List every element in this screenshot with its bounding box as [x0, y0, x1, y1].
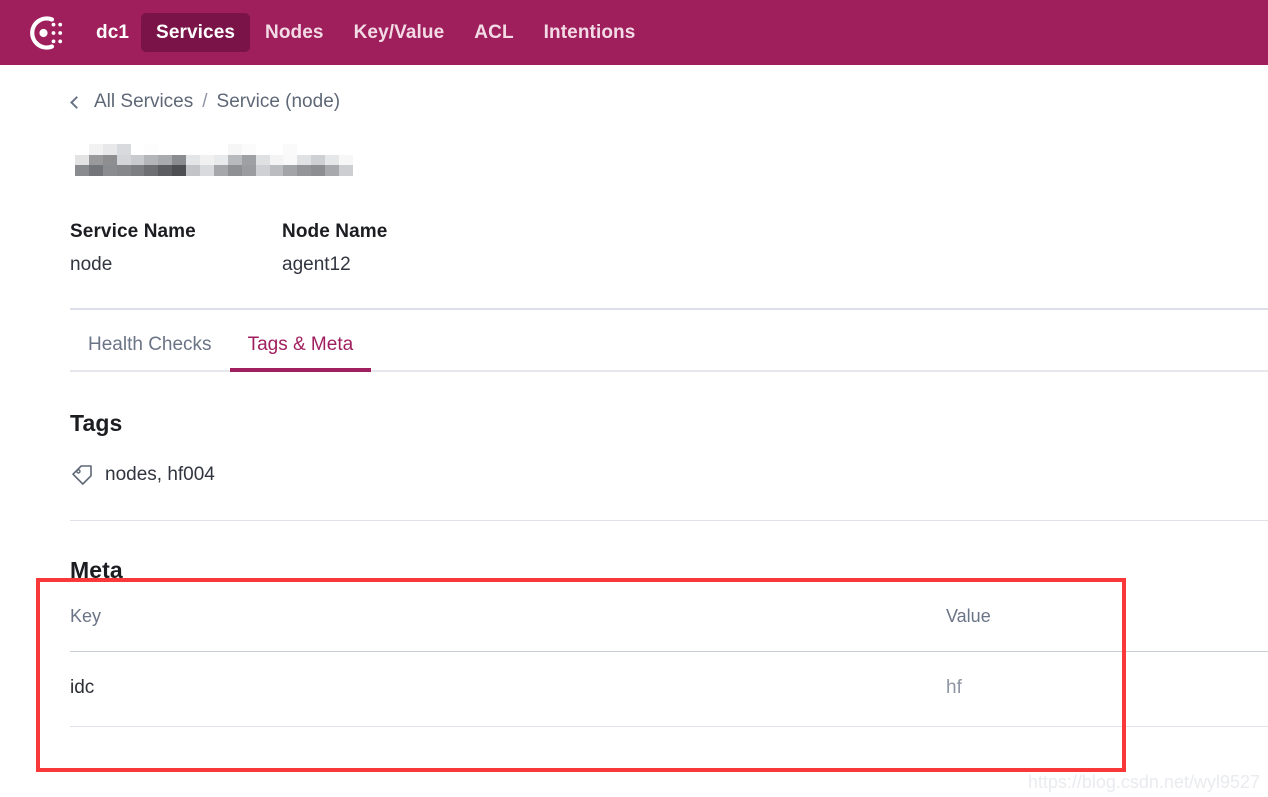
- top-navbar: dc1 Services Nodes Key/Value ACL Intenti…: [0, 0, 1268, 65]
- meta-cell-value: hf: [946, 651, 1268, 727]
- field-node-name: Node Name agent12: [282, 221, 494, 276]
- tab-health-checks[interactable]: Health Checks: [70, 335, 230, 370]
- consul-logo-icon[interactable]: [22, 10, 68, 56]
- meta-column-header-key: Key: [70, 606, 946, 652]
- breadcrumb: All Services / Service (node): [70, 87, 1268, 117]
- breadcrumb-current: Service (node): [216, 91, 341, 112]
- nav-item-nodes[interactable]: Nodes: [250, 13, 339, 53]
- field-service-name: Service Name node: [70, 221, 282, 276]
- meta-table: Key Value idc hf: [70, 606, 1268, 727]
- page-title: [70, 141, 360, 183]
- meta-table-header-row: Key Value: [70, 606, 1268, 652]
- tab-tags-and-meta[interactable]: Tags & Meta: [229, 335, 372, 372]
- service-summary-fields: Service Name node Node Name agent12: [70, 221, 1268, 276]
- breadcrumb-all-services-link[interactable]: All Services: [94, 91, 193, 113]
- breadcrumb-separator: /: [202, 91, 208, 112]
- tab-bar: Health Checks Tags & Meta: [70, 310, 1268, 372]
- chevron-left-icon[interactable]: [70, 95, 83, 109]
- tags-value-row: nodes, hf004: [70, 463, 1268, 487]
- field-service-name-value: node: [70, 254, 113, 275]
- page-content: All Services / Service (node) Service Na…: [0, 65, 1268, 727]
- field-service-name-label: Service Name: [70, 221, 196, 242]
- meta-cell-key: idc: [70, 651, 946, 727]
- tags-value: nodes, hf004: [105, 464, 215, 485]
- meta-section-title: Meta: [70, 557, 123, 583]
- nav-item-services[interactable]: Services: [141, 12, 251, 53]
- nav-item-intentions[interactable]: Intentions: [529, 13, 651, 53]
- nav-item-acl[interactable]: ACL: [459, 13, 528, 53]
- watermark: https://blog.csdn.net/wyl9527: [1027, 772, 1260, 792]
- tags-section-title: Tags: [70, 410, 123, 436]
- nav-datacenter-selector[interactable]: dc1: [86, 13, 141, 53]
- tag-icon: [72, 465, 92, 485]
- field-node-name-value: agent12: [282, 254, 351, 275]
- meta-column-header-value: Value: [946, 606, 1268, 652]
- table-row: idc hf: [70, 651, 1268, 727]
- nav-item-key-value[interactable]: Key/Value: [339, 13, 460, 53]
- page-title-redaction-overlay: [75, 144, 353, 176]
- divider-below-tags: [70, 520, 1268, 521]
- field-node-name-label: Node Name: [282, 221, 388, 242]
